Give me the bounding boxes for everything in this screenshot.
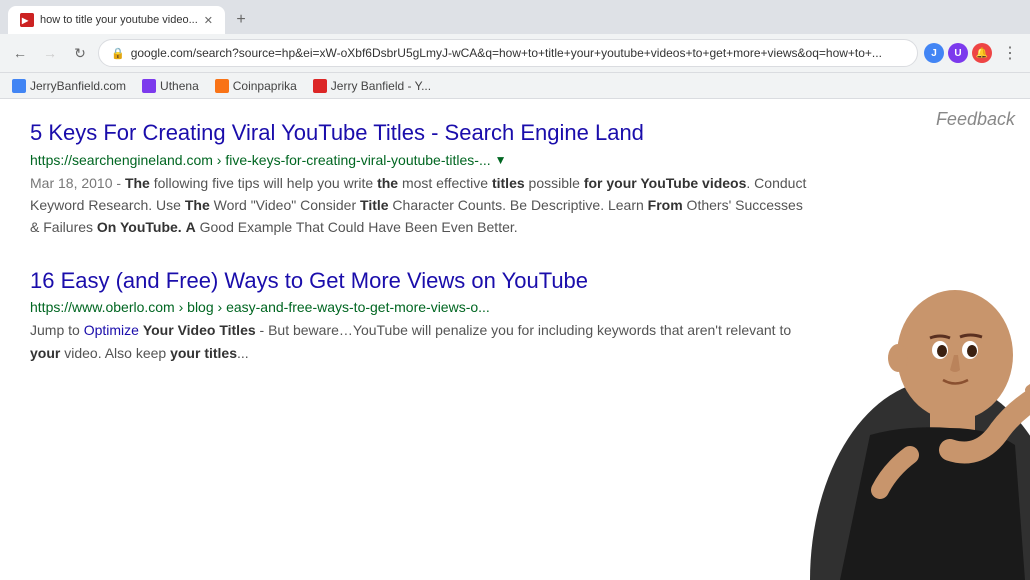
bookmark-label-jerry: JerryBanfield.com [30, 79, 126, 93]
bookmark-uthena[interactable]: Uthena [138, 77, 203, 95]
ext-icon-3[interactable]: 🔔 [972, 43, 992, 63]
content-area: Feedback 5 Keys For Creating Viral YouTu… [0, 99, 1030, 580]
result-1-bold-on: On YouTube. [97, 219, 182, 235]
bookmark-icon-jerry-yt [313, 79, 327, 93]
bookmark-icon-uthena [142, 79, 156, 93]
result-2-url[interactable]: https://www.oberlo.com › blog › easy-and… [30, 299, 490, 315]
result-2-snippet-link[interactable]: Optimize Your Video Titles [84, 322, 256, 338]
search-result-2: 16 Easy (and Free) Ways to Get More View… [30, 267, 810, 364]
result-1-url[interactable]: https://searchengineland.com › five-keys… [30, 152, 491, 168]
bookmark-jerry-yt[interactable]: Jerry Banfield - Y... [309, 77, 435, 95]
ext-icon-2[interactable]: U [948, 43, 968, 63]
tab-bar: ▶ how to title your youtube video... ✕ + [0, 0, 1030, 34]
address-text: google.com/search?source=hp&ei=xW-oXbf6D… [131, 46, 882, 60]
search-results: 5 Keys For Creating Viral YouTube Titles… [0, 99, 840, 412]
feedback-label: Feedback [936, 109, 1015, 130]
bookmark-jerry[interactable]: JerryBanfield.com [8, 77, 130, 95]
browser-chrome: ▶ how to title your youtube video... ✕ +… [0, 0, 1030, 99]
result-1-arrow: ▼ [495, 153, 507, 167]
result-1-bold-from: From [648, 197, 683, 213]
tab-favicon: ▶ [20, 13, 34, 27]
lock-icon: 🔒 [111, 47, 125, 60]
tab-close-button[interactable]: ✕ [204, 14, 213, 27]
bookmark-icon-coinpaprika [215, 79, 229, 93]
bookmarks-bar: JerryBanfield.com Uthena Coinpaprika Jer… [0, 72, 1030, 98]
result-2-bold-your2: your [30, 345, 60, 361]
result-1-snippet: Mar 18, 2010 - The following five tips w… [30, 172, 810, 239]
search-result-1: 5 Keys For Creating Viral YouTube Titles… [30, 119, 810, 239]
reload-button[interactable]: ↻ [68, 41, 92, 65]
new-tab-button[interactable]: + [229, 8, 253, 32]
bookmark-icon-jerry [12, 79, 26, 93]
menu-button[interactable]: ⋮ [998, 41, 1022, 65]
result-2-bold-your3: your titles [170, 345, 237, 361]
result-1-bold-titles: titles [492, 175, 525, 191]
tab-title: how to title your youtube video... [40, 14, 198, 26]
result-2-title[interactable]: 16 Easy (and Free) Ways to Get More View… [30, 267, 810, 296]
result-1-bold-title: Title [360, 197, 389, 213]
result-1-url-row: https://searchengineland.com › five-keys… [30, 152, 810, 168]
address-box[interactable]: 🔒 google.com/search?source=hp&ei=xW-oXbf… [98, 39, 918, 67]
result-1-date: Mar 18, 2010 - [30, 175, 121, 191]
result-1-bold-the3: The [185, 197, 210, 213]
bookmark-label-coinpaprika: Coinpaprika [233, 79, 297, 93]
bookmark-label-jerry-yt: Jerry Banfield - Y... [331, 79, 431, 93]
back-button[interactable]: ← [8, 41, 32, 65]
address-bar-row: ← → ↻ 🔒 google.com/search?source=hp&ei=x… [0, 34, 1030, 72]
result-2-url-row: https://www.oberlo.com › blog › easy-and… [30, 299, 810, 315]
ext-icon-1[interactable]: J [924, 43, 944, 63]
result-1-bold-a: A [186, 219, 196, 235]
result-1-bold-your: your YouTube videos [606, 175, 746, 191]
active-tab[interactable]: ▶ how to title your youtube video... ✕ [8, 6, 225, 34]
result-1-bold-the2: the [377, 175, 398, 191]
bookmark-label-uthena: Uthena [160, 79, 199, 93]
result-2-snippet: Jump to Optimize Your Video Titles - But… [30, 319, 810, 364]
forward-button[interactable]: → [38, 41, 62, 65]
result-1-title[interactable]: 5 Keys For Creating Viral YouTube Titles… [30, 119, 810, 148]
result-2-bold-your: Your Video Titles [143, 322, 256, 338]
result-1-bold-the: The [125, 175, 150, 191]
bookmark-coinpaprika[interactable]: Coinpaprika [211, 77, 301, 95]
svg-text:▶: ▶ [21, 16, 29, 25]
result-1-bold-for: for [584, 175, 603, 191]
extension-icons: J U 🔔 [924, 43, 992, 63]
